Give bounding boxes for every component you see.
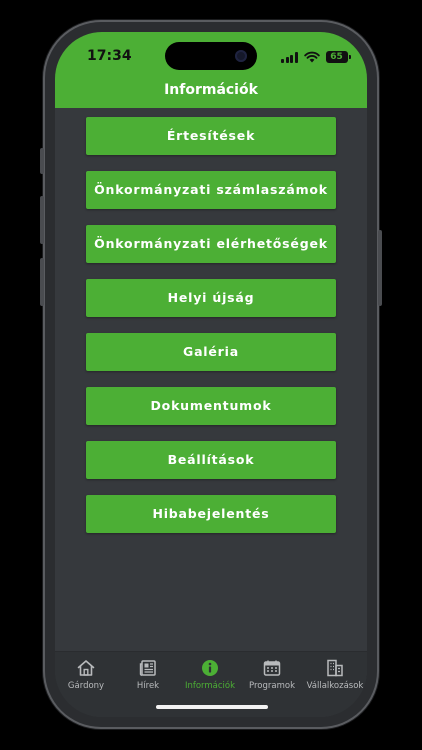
- signal-icon: [281, 51, 298, 63]
- app-screen: 17:34 65 Információk Értesítések Önkormá…: [55, 32, 367, 717]
- tab-programok[interactable]: Programok: [241, 656, 303, 696]
- camera-icon: [235, 50, 247, 62]
- battery-icon: 65: [325, 51, 351, 63]
- tab-vallalkozasok[interactable]: Vállalkozások: [303, 656, 367, 696]
- tab-label-hirek: Hírek: [136, 681, 160, 691]
- tab-label-gardony: Gárdony: [67, 681, 105, 691]
- menu-button-gallery[interactable]: Galéria: [86, 333, 336, 371]
- silent-switch: [40, 148, 44, 174]
- buildings-icon: [327, 659, 343, 677]
- tab-hirek[interactable]: Hírek: [117, 656, 179, 696]
- dynamic-island: [165, 42, 257, 70]
- menu-button-notifications[interactable]: Értesítések: [86, 117, 336, 155]
- home-icon: [77, 660, 95, 676]
- menu-button-documents[interactable]: Dokumentumok: [86, 387, 336, 425]
- calendar-icon: [263, 660, 281, 676]
- tab-informaciok[interactable]: Információk: [179, 656, 241, 696]
- tab-label-vallalkozasok: Vállalkozások: [306, 681, 364, 691]
- menu-button-contacts[interactable]: Önkormányzati elérhetőségek: [86, 225, 336, 263]
- page-title: Információk: [164, 82, 258, 98]
- menu-button-bank-accounts[interactable]: Önkormányzati számlaszámok: [86, 171, 336, 209]
- status-icons: 65: [281, 50, 351, 64]
- app-header: 17:34 65 Információk: [55, 32, 367, 108]
- newspaper-icon: [139, 660, 156, 676]
- volume-up-button: [40, 196, 44, 244]
- status-time: 17:34: [87, 48, 132, 64]
- tab-label-programok: Programok: [249, 681, 295, 691]
- power-button: [378, 230, 382, 306]
- menu-button-settings[interactable]: Beállítások: [86, 441, 336, 479]
- menu-button-local-newspaper[interactable]: Helyi újság: [86, 279, 336, 317]
- volume-down-button: [40, 258, 44, 306]
- home-indicator[interactable]: [156, 705, 268, 709]
- wifi-icon: [303, 51, 320, 63]
- tab-label-informaciok: Információk: [184, 681, 236, 691]
- tab-gardony[interactable]: Gárdony: [55, 656, 117, 696]
- info-menu: Értesítések Önkormányzati számlaszámok Ö…: [86, 117, 336, 549]
- info-icon: [202, 660, 218, 676]
- menu-button-error-report[interactable]: Hibabejelentés: [86, 495, 336, 533]
